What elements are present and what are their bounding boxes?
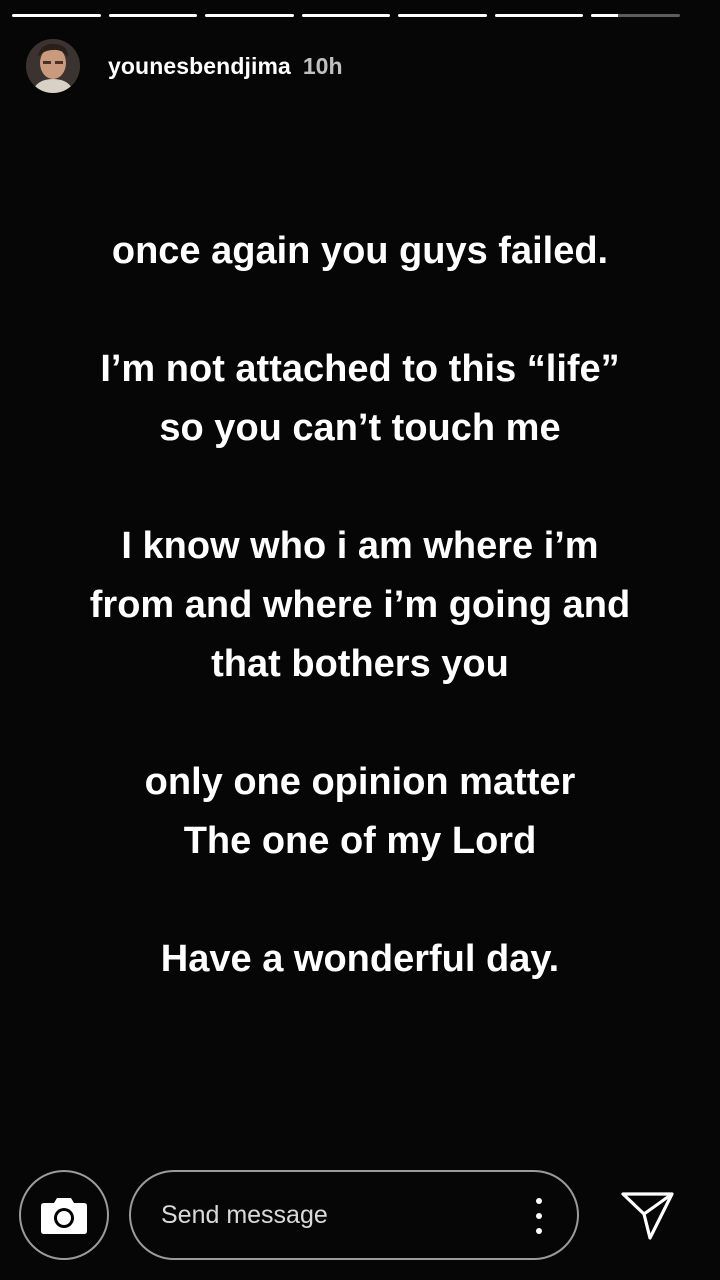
more-options-button[interactable]	[529, 1198, 549, 1234]
story-paragraph: only one opinion matter The one of my Lo…	[20, 753, 700, 871]
story-line: I know who i am where i’m	[121, 525, 599, 567]
story-line: The one of my Lord	[183, 820, 537, 862]
avatar[interactable]	[26, 39, 80, 93]
avatar-photo	[26, 39, 80, 93]
post-time: 10h	[302, 52, 343, 79]
progress-segment	[108, 14, 198, 17]
progress-segment	[12, 14, 101, 17]
username[interactable]: younesbendjima	[108, 53, 291, 80]
story-progress-bar	[12, 14, 681, 17]
message-field[interactable]	[129, 1170, 579, 1260]
story-line: once again you guys failed.	[111, 230, 609, 272]
story-line: I’m not attached to this “life”	[100, 348, 620, 390]
story-line: Have a wonderful day.	[160, 938, 560, 980]
story-text: once again you guys failed. I’m not atta…	[20, 222, 700, 989]
more-vertical-icon	[536, 1228, 542, 1234]
send-icon	[621, 1192, 674, 1240]
more-vertical-icon	[536, 1213, 542, 1219]
story-viewer[interactable]: younesbendjima 10h once again you guys f…	[0, 0, 720, 1280]
message-input[interactable]	[161, 1172, 491, 1258]
story-line: so you can’t touch me	[159, 407, 561, 449]
story-paragraph: once again you guys failed.	[20, 222, 700, 281]
progress-segment	[301, 14, 391, 17]
camera-button[interactable]	[19, 1170, 109, 1260]
story-paragraph: I know who i am where i’m from and where…	[20, 517, 700, 694]
progress-segment	[494, 14, 584, 17]
story-line: that bothers you	[211, 643, 509, 685]
progress-segment	[205, 14, 294, 17]
more-vertical-icon	[536, 1198, 542, 1204]
story-paragraph: Have a wonderful day.	[20, 930, 700, 989]
story-paragraph: I’m not attached to this “life” so you c…	[20, 340, 700, 458]
camera-icon	[41, 1198, 87, 1234]
story-header: younesbendjima 10h	[26, 34, 343, 98]
story-line: only one opinion matter	[144, 761, 576, 803]
progress-segment	[591, 14, 681, 17]
progress-segment	[398, 14, 487, 17]
story-line: from and where i’m going and	[89, 584, 631, 626]
send-button[interactable]	[620, 1190, 676, 1242]
